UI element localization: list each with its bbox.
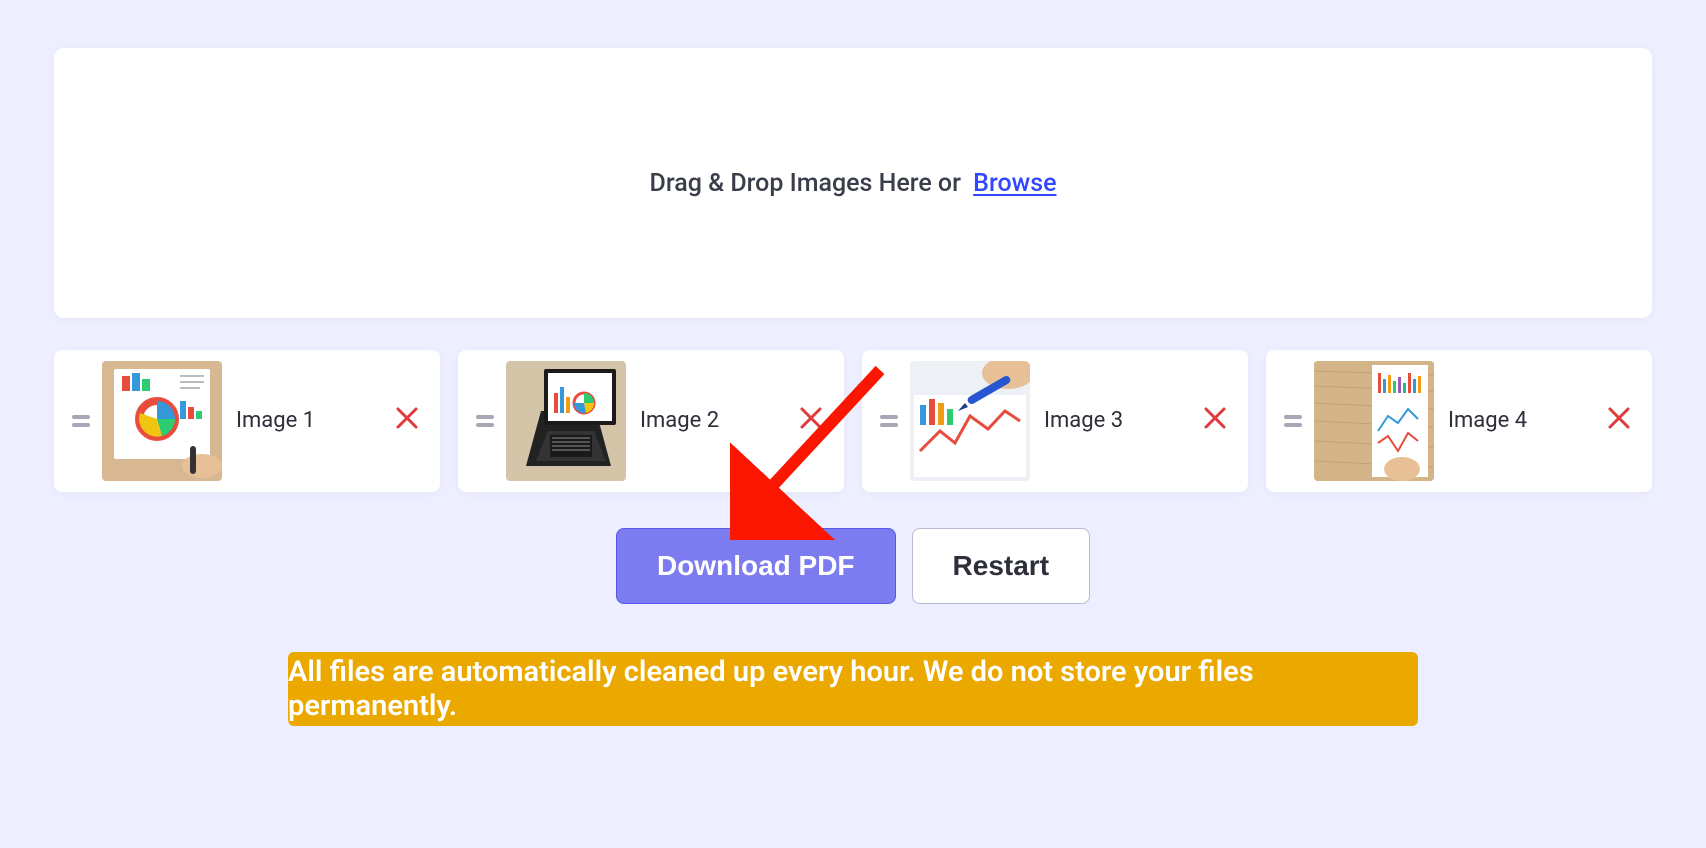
- image-card[interactable]: Image 1: [54, 350, 440, 492]
- image-thumbnail: [910, 361, 1030, 481]
- image-thumbnail: [1314, 361, 1434, 481]
- drag-handle-icon[interactable]: [1284, 413, 1302, 429]
- close-icon: [394, 405, 420, 431]
- drop-zone-prompt: Drag & Drop Images Here or: [650, 169, 961, 198]
- restart-button[interactable]: Restart: [912, 528, 1090, 604]
- image-label: Image 2: [640, 406, 794, 436]
- image-label: Image 4: [1448, 406, 1602, 436]
- action-buttons: Download PDF Restart: [54, 528, 1652, 604]
- image-thumbnail: [506, 361, 626, 481]
- drop-zone[interactable]: Drag & Drop Images Here or Browse: [54, 48, 1652, 318]
- drag-handle-icon[interactable]: [880, 413, 898, 429]
- close-icon: [1202, 405, 1228, 431]
- drag-handle-icon[interactable]: [72, 413, 90, 429]
- remove-image-button[interactable]: [390, 401, 424, 441]
- remove-image-button[interactable]: [794, 401, 828, 441]
- close-icon: [1606, 405, 1632, 431]
- drop-zone-text: Drag & Drop Images Here or Browse: [650, 169, 1057, 198]
- image-card[interactable]: Image 4: [1266, 350, 1652, 492]
- images-list: Image 1: [54, 350, 1652, 492]
- download-pdf-button[interactable]: Download PDF: [616, 528, 896, 604]
- image-card[interactable]: Image 3: [862, 350, 1248, 492]
- image-label: Image 1: [236, 406, 390, 436]
- image-card[interactable]: Image 2: [458, 350, 844, 492]
- remove-image-button[interactable]: [1602, 401, 1636, 441]
- remove-image-button[interactable]: [1198, 401, 1232, 441]
- drag-handle-icon[interactable]: [476, 413, 494, 429]
- image-thumbnail: [102, 361, 222, 481]
- close-icon: [798, 405, 824, 431]
- browse-link[interactable]: Browse: [973, 169, 1056, 198]
- info-banner: All files are automatically cleaned up e…: [288, 652, 1418, 726]
- image-label: Image 3: [1044, 406, 1198, 436]
